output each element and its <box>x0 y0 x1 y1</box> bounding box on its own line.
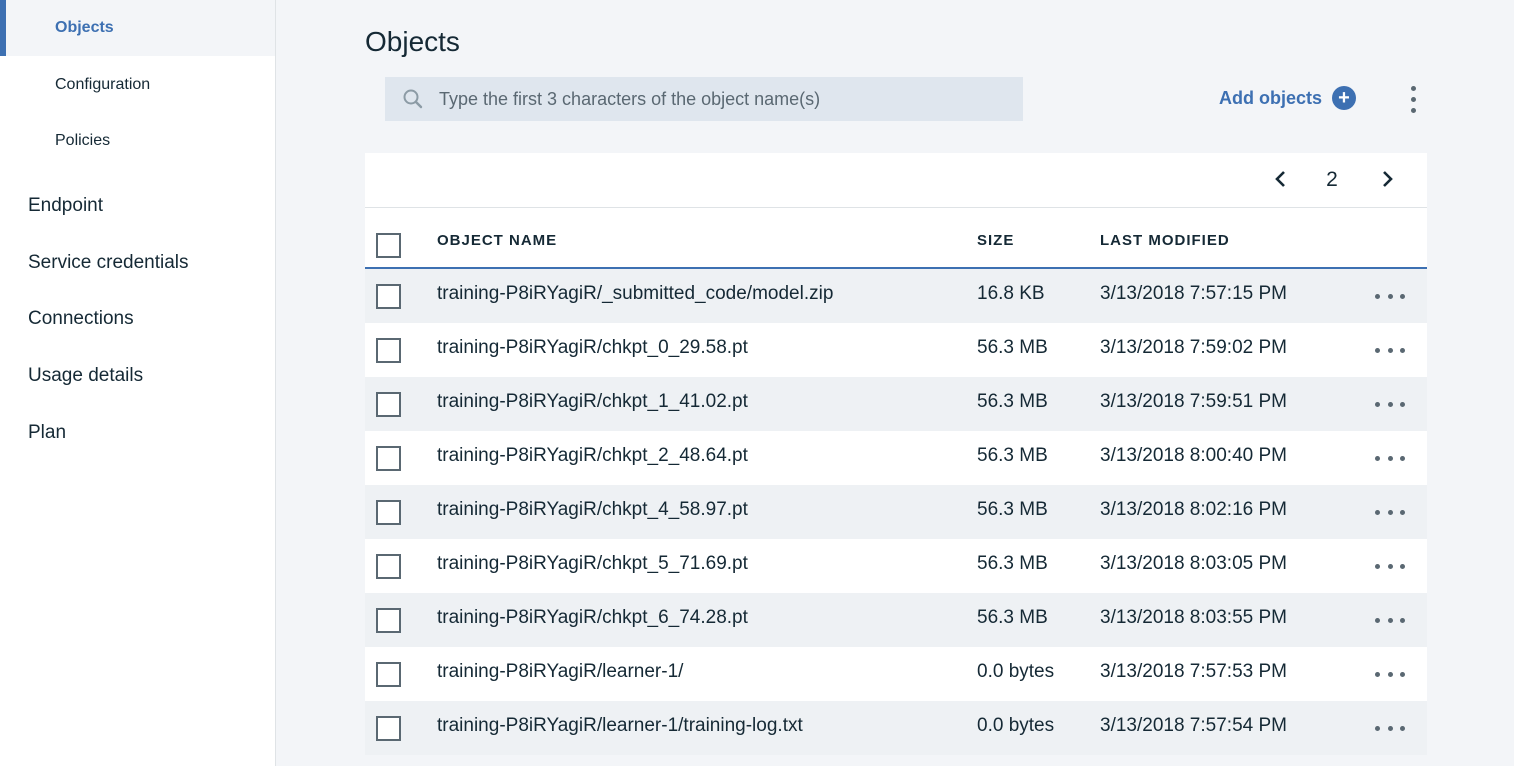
object-name[interactable]: training-P8iRYagiR/chkpt_0_29.58.pt <box>437 337 748 359</box>
sidebar-item-usage-details[interactable]: Usage details <box>28 364 143 388</box>
row-overflow-icon[interactable] <box>1375 613 1405 627</box>
object-name[interactable]: training-P8iRYagiR/chkpt_5_71.69.pt <box>437 553 748 575</box>
object-modified: 3/13/2018 8:03:05 PM <box>1100 553 1287 574</box>
table-row[interactable]: training-P8iRYagiR/_submitted_code/model… <box>365 269 1427 323</box>
row-checkbox[interactable] <box>376 338 401 363</box>
chevron-left-icon[interactable] <box>1269 167 1293 191</box>
object-size: 56.3 MB <box>977 391 1048 412</box>
table-row[interactable]: training-P8iRYagiR/learner-1/training-lo… <box>365 701 1427 755</box>
row-checkbox[interactable] <box>376 500 401 525</box>
object-size: 56.3 MB <box>977 499 1048 520</box>
object-size: 0.0 bytes <box>977 661 1055 682</box>
row-overflow-icon[interactable] <box>1375 289 1405 303</box>
column-header-size[interactable]: SIZE <box>977 232 1014 249</box>
table-row[interactable]: training-P8iRYagiR/learner-1/ 0.0 bytes … <box>365 647 1427 701</box>
table-row[interactable]: training-P8iRYagiR/chkpt_4_58.97.pt 56.3… <box>365 485 1427 539</box>
object-modified: 3/13/2018 7:57:53 PM <box>1100 661 1287 682</box>
row-overflow-icon[interactable] <box>1375 451 1405 465</box>
search-icon <box>403 89 423 109</box>
sidebar-item-label: Configuration <box>55 76 151 93</box>
table-row[interactable]: training-P8iRYagiR/chkpt_5_71.69.pt 56.3… <box>365 539 1427 593</box>
add-objects-button[interactable]: Add objects + <box>1219 86 1357 110</box>
object-modified: 3/13/2018 8:03:55 PM <box>1100 607 1287 628</box>
object-modified: 3/13/2018 8:02:16 PM <box>1100 499 1287 520</box>
row-checkbox[interactable] <box>376 284 401 309</box>
page-number: 2 <box>1326 168 1338 191</box>
object-modified: 3/13/2018 7:59:02 PM <box>1100 337 1287 358</box>
object-size: 56.3 MB <box>977 607 1048 628</box>
table-row[interactable]: training-P8iRYagiR/chkpt_2_48.64.pt 56.3… <box>365 431 1427 485</box>
page-title: Objects <box>365 26 460 57</box>
sidebar-item-objects[interactable]: Objects <box>0 0 275 56</box>
table-row[interactable]: training-P8iRYagiR/chkpt_1_41.02.pt 56.3… <box>365 377 1427 431</box>
row-overflow-icon[interactable] <box>1375 721 1405 735</box>
overflow-menu-button[interactable] <box>1402 82 1424 116</box>
kebab-dot <box>1410 96 1416 102</box>
kebab-dot <box>1410 107 1416 113</box>
row-overflow-icon[interactable] <box>1375 343 1405 357</box>
sidebar-item-plan[interactable]: Plan <box>28 421 66 445</box>
row-overflow-icon[interactable] <box>1375 667 1405 681</box>
sidebar-item-label: Objects <box>55 19 114 36</box>
objects-table: 2 OBJECT NAME SIZE LAST MODIFIED trainin… <box>365 153 1427 755</box>
object-name[interactable]: training-P8iRYagiR/chkpt_4_58.97.pt <box>437 499 748 521</box>
object-modified: 3/13/2018 7:57:54 PM <box>1100 715 1287 736</box>
object-modified: 3/13/2018 7:59:51 PM <box>1100 391 1287 412</box>
object-name[interactable]: training-P8iRYagiR/learner-1/ <box>437 661 683 683</box>
object-name[interactable]: training-P8iRYagiR/_submitted_code/model… <box>437 283 833 305</box>
row-overflow-icon[interactable] <box>1375 505 1405 519</box>
pagination-bar: 2 <box>365 153 1427 208</box>
sidebar-item-label: Policies <box>55 132 111 149</box>
sidebar-item-policies[interactable]: Policies <box>0 113 275 169</box>
sidebar-item-configuration[interactable]: Configuration <box>0 57 275 113</box>
main-content: Objects Add objects + 2 OBJECT NAME <box>276 0 1514 766</box>
object-size: 0.0 bytes <box>977 715 1055 736</box>
row-checkbox[interactable] <box>376 662 401 687</box>
object-name[interactable]: training-P8iRYagiR/chkpt_1_41.02.pt <box>437 391 748 413</box>
object-modified: 3/13/2018 7:57:15 PM <box>1100 283 1287 304</box>
object-size: 56.3 MB <box>977 445 1048 466</box>
object-name[interactable]: training-P8iRYagiR/chkpt_2_48.64.pt <box>437 445 748 467</box>
add-objects-label: Add objects <box>1219 87 1323 108</box>
plus-circle-icon: + <box>1332 86 1357 110</box>
search-bar <box>385 77 1023 121</box>
row-checkbox[interactable] <box>376 392 401 417</box>
search-input[interactable] <box>439 88 999 110</box>
table-row[interactable]: training-P8iRYagiR/chkpt_0_29.58.pt 56.3… <box>365 323 1427 377</box>
row-overflow-icon[interactable] <box>1375 397 1405 411</box>
object-name[interactable]: training-P8iRYagiR/chkpt_6_74.28.pt <box>437 607 748 629</box>
row-checkbox[interactable] <box>376 446 401 471</box>
table-row[interactable]: training-P8iRYagiR/chkpt_6_74.28.pt 56.3… <box>365 593 1427 647</box>
row-checkbox[interactable] <box>376 716 401 741</box>
column-header-modified[interactable]: LAST MODIFIED <box>1100 232 1230 249</box>
sidebar: Objects Configuration Policies Endpoint … <box>0 0 276 766</box>
table-header: OBJECT NAME SIZE LAST MODIFIED <box>365 208 1427 269</box>
sidebar-item-connections[interactable]: Connections <box>28 307 134 331</box>
object-size: 16.8 KB <box>977 283 1045 304</box>
column-header-name[interactable]: OBJECT NAME <box>437 232 557 249</box>
object-size: 56.3 MB <box>977 337 1048 358</box>
chevron-right-icon[interactable] <box>1375 167 1399 191</box>
object-modified: 3/13/2018 8:00:40 PM <box>1100 445 1287 466</box>
sidebar-item-endpoint[interactable]: Endpoint <box>28 194 103 218</box>
sidebar-item-service-credentials[interactable]: Service credentials <box>28 251 189 275</box>
select-all-checkbox[interactable] <box>376 233 401 258</box>
row-checkbox[interactable] <box>376 554 401 579</box>
row-overflow-icon[interactable] <box>1375 559 1405 573</box>
kebab-dot <box>1410 85 1416 91</box>
object-name[interactable]: training-P8iRYagiR/learner-1/training-lo… <box>437 715 803 737</box>
row-checkbox[interactable] <box>376 608 401 633</box>
object-size: 56.3 MB <box>977 553 1048 574</box>
